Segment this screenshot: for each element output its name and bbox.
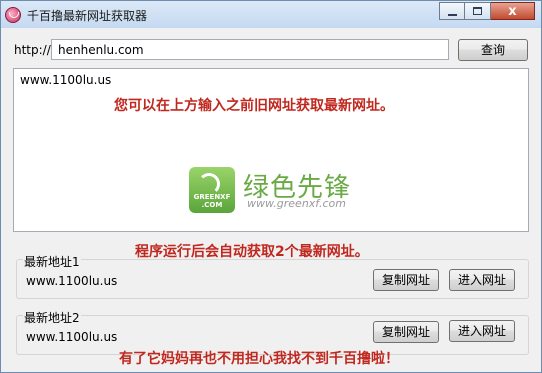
- minimize-button[interactable]: [439, 2, 465, 20]
- close-icon: x: [508, 4, 517, 19]
- annotation-bottom: 有了它妈妈再也不用担心我找不到千百撸啦！: [119, 351, 399, 367]
- watermark-url: www.greenxf.com: [247, 197, 346, 210]
- close-button[interactable]: x: [491, 2, 535, 20]
- annotation-top: 您可以在上方输入之前旧网址获取最新网址。: [114, 98, 394, 114]
- minimize-icon: [448, 14, 457, 16]
- copy-url-button[interactable]: 复制网址: [373, 269, 439, 291]
- enter-url-button[interactable]: 进入网址: [449, 269, 515, 291]
- result-group-1: 最新地址1 www.1100lu.us 复制网址 进入网址: [16, 253, 529, 299]
- window-controls: x: [439, 2, 535, 21]
- enter-url-button[interactable]: 进入网址: [449, 320, 515, 342]
- window-title: 千百撸最新网址获取器: [27, 9, 148, 23]
- url-input[interactable]: [51, 39, 449, 60]
- maximize-button[interactable]: [465, 2, 491, 20]
- app-window: 千百撸最新网址获取器 x http:// 查询 www.1100lu.us 您可…: [0, 0, 542, 373]
- annotation-middle: 程序运行后会自动获取2个最新网址。: [135, 244, 369, 260]
- query-button[interactable]: 查询: [458, 39, 528, 61]
- watermark-logo: GREENXF .COM: [189, 167, 235, 213]
- result-text: www.1100lu.us: [20, 73, 112, 87]
- copy-url-button[interactable]: 复制网址: [373, 321, 439, 343]
- maximize-icon: [473, 7, 482, 15]
- group-title: 最新地址2: [23, 309, 81, 326]
- app-icon: [5, 7, 21, 23]
- address-value: www.1100lu.us: [26, 330, 118, 344]
- watermark-logo-text: GREENXF .COM: [193, 193, 231, 209]
- group-title: 最新地址1: [23, 253, 81, 270]
- signal-icon: [198, 173, 220, 195]
- address-value: www.1100lu.us: [26, 274, 118, 288]
- url-prefix-label: http://: [14, 43, 51, 57]
- title-bar[interactable]: 千百撸最新网址获取器 x: [1, 1, 541, 28]
